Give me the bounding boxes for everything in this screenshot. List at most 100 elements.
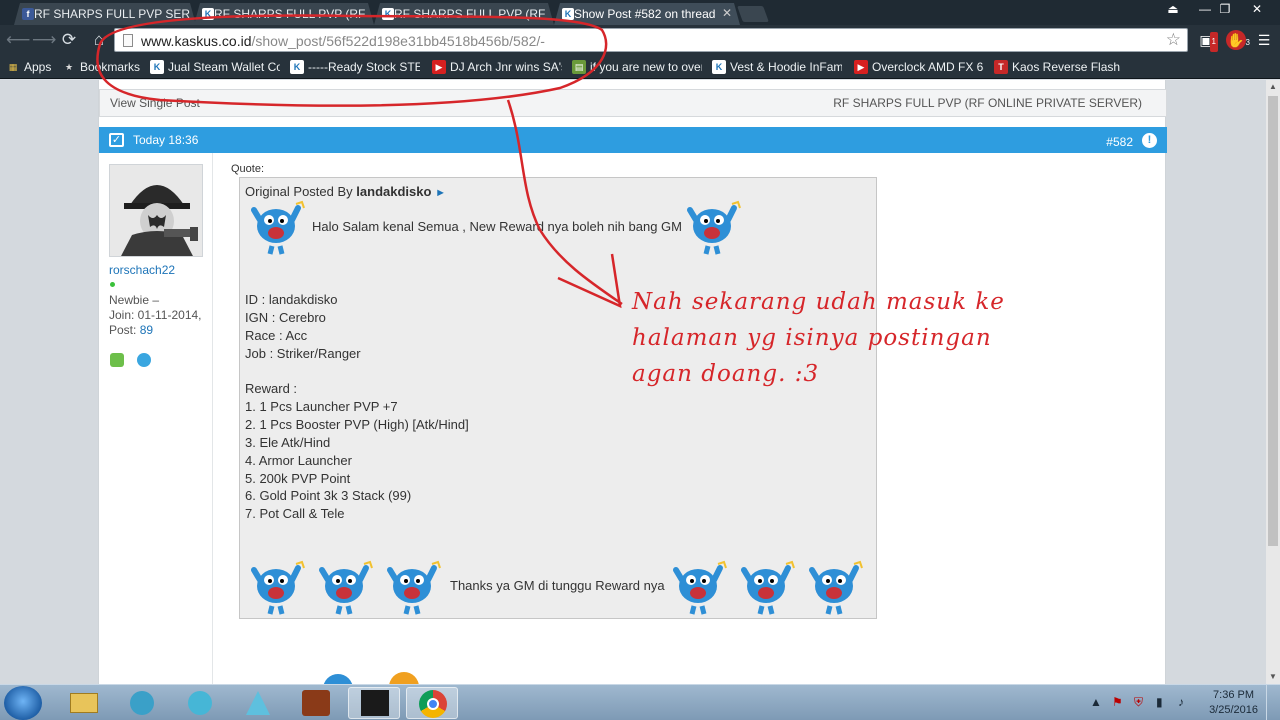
tab-4-active[interactable]: K Show Post #582 on thread ✕	[554, 3, 740, 25]
app-icon[interactable]	[348, 687, 400, 719]
menu-icon[interactable]: ☰	[1254, 30, 1274, 50]
user-post-count: Post: 89	[109, 323, 154, 337]
view-post-arrow-icon[interactable]: ►	[435, 187, 446, 199]
info-line: Race : Acc	[245, 328, 308, 343]
page-scrollbar[interactable]: ▲ ▼	[1266, 80, 1280, 684]
blue-smiley-icon	[251, 560, 305, 615]
bookmark-item[interactable]: ▤ if you are new to over	[572, 58, 702, 76]
reply-icon[interactable]	[389, 672, 419, 684]
info-line: IGN : Cerebro	[245, 310, 326, 325]
tab-3[interactable]: K RF SHARPS FULL PVP (RF	[374, 3, 554, 25]
post-time: Today 18:36	[133, 133, 199, 147]
post-count-link[interactable]: 89	[140, 323, 153, 337]
tab-label: Show Post #582 on thread	[574, 7, 716, 21]
address-bar[interactable]: www.kaskus.co.id/show_post/56f522d198e31…	[114, 28, 1188, 52]
post-number-link[interactable]: #582	[1106, 135, 1133, 149]
badge-icon[interactable]	[110, 353, 124, 367]
bookmark-item[interactable]: ▶ Overclock AMD FX 63	[854, 58, 984, 76]
info-line: Job : Striker/Ranger	[245, 346, 361, 361]
explorer-icon[interactable]	[58, 687, 110, 719]
emoticon-badge-icon[interactable]	[137, 353, 151, 367]
volume-icon[interactable]: ♪	[1178, 695, 1184, 709]
app-icon[interactable]	[116, 687, 168, 719]
extension-icon[interactable]: ▣ 1	[1196, 30, 1218, 52]
new-tab-button[interactable]	[737, 6, 769, 22]
back-button[interactable]: ⟵	[6, 29, 30, 51]
close-window-button[interactable]: ✕	[1244, 0, 1270, 20]
annotation-line: agan doang. :3	[632, 361, 820, 387]
reward-item: 2. 1 Pcs Booster PVP (High) [Atk/Hind]	[245, 417, 469, 432]
start-button[interactable]	[4, 686, 42, 720]
bookmark-item[interactable]: T Kaos Reverse Flash lir	[994, 58, 1124, 76]
view-single-post-bar: View Single Post RF SHARPS FULL PVP (RF …	[99, 89, 1167, 117]
thread-title-link[interactable]: RF SHARPS FULL PVP (RF ONLINE PRIVATE SE…	[833, 96, 1142, 110]
quote-author-link[interactable]: landakdisko	[356, 184, 431, 199]
forward-button[interactable]: ⟶	[32, 29, 56, 51]
quote-greeting: Halo Salam kenal Semua , New Reward nya …	[312, 219, 682, 234]
url-text[interactable]: www.kaskus.co.id/show_post/56f522d198e31…	[141, 33, 545, 49]
user-join-date: Join: 01-11-2014,	[109, 308, 202, 322]
user-rank: Newbie –	[109, 293, 160, 307]
bookmark-folder[interactable]: ★ Bookmarks	[62, 58, 142, 76]
bookmark-item[interactable]: ▶ DJ Arch Jnr wins SA's	[432, 58, 562, 76]
tab-label: RF SHARPS FULL PVP (RF	[394, 7, 546, 21]
bookmark-apps[interactable]: ▦ Apps	[6, 58, 56, 76]
youtube-icon: ▶	[432, 60, 446, 74]
profile-icon[interactable]: ⏏	[1160, 0, 1186, 20]
close-tab-icon[interactable]: ✕	[722, 6, 732, 20]
bookmark-star-icon[interactable]: ☆	[1166, 30, 1181, 50]
image-icon: ▤	[572, 60, 586, 74]
bookmark-item[interactable]: K -----Ready Stock STE	[290, 58, 420, 76]
page-icon	[123, 34, 133, 47]
reward-item: 7. Pot Call & Tele	[245, 506, 345, 521]
scroll-down-icon[interactable]: ▼	[1266, 670, 1280, 684]
browser-toolbar: ⟵ ⟶ ⟳ ⌂ www.kaskus.co.id/show_post/56f52…	[0, 25, 1280, 55]
blue-smiley-icon	[387, 560, 441, 615]
reward-item: 4. Armor Launcher	[245, 453, 352, 468]
scroll-up-icon[interactable]: ▲	[1266, 80, 1280, 94]
tray-security-icon[interactable]: ⛨	[1134, 695, 1143, 710]
windows-taskbar: ▲ ⚑ ⛨ ▮ ♪ 7:36 PM 3/25/2016	[0, 684, 1280, 720]
quote-label: Quote:	[231, 163, 265, 175]
tab-label: RF SHARPS FULL PVP SER	[34, 7, 191, 21]
home-button[interactable]: ⌂	[88, 29, 110, 51]
reload-button[interactable]: ⟳	[58, 29, 80, 51]
kaskus-icon: K	[290, 60, 304, 74]
app-icon[interactable]	[174, 687, 226, 719]
kaskus-icon: K	[202, 8, 214, 20]
scrollbar-thumb[interactable]	[1268, 96, 1278, 546]
share-icon[interactable]	[323, 674, 353, 684]
annotation-line: halaman yg isinya postingan	[632, 325, 992, 351]
tab-2[interactable]: K RF SHARPS FULL PVP (RF	[194, 3, 374, 25]
reward-item: 3. Ele Atk/Hind	[245, 435, 331, 450]
game-icon[interactable]	[290, 687, 342, 719]
adblock-icon[interactable]: ✋ 3	[1226, 30, 1250, 50]
show-desktop-button[interactable]	[1266, 685, 1280, 720]
tab-label: RF SHARPS FULL PVP (RF	[214, 7, 366, 21]
system-clock[interactable]: 7:36 PM 3/25/2016	[1209, 688, 1258, 718]
app-icon[interactable]	[232, 687, 284, 719]
t-icon: T	[994, 60, 1008, 74]
report-icon[interactable]: !	[1142, 133, 1157, 148]
chrome-icon[interactable]	[406, 687, 458, 719]
bookmark-item[interactable]: K Vest & Hoodie InFam	[712, 58, 842, 76]
maximize-button[interactable]: ❐	[1212, 0, 1238, 20]
tray-expand-icon[interactable]: ▲	[1090, 695, 1102, 709]
avatar[interactable]	[109, 164, 203, 257]
blue-smiley-icon	[673, 560, 727, 615]
blue-smiley-icon	[251, 200, 305, 255]
reward-header: Reward :	[245, 381, 298, 396]
blue-smiley-icon	[687, 200, 741, 255]
blue-smiley-icon	[809, 560, 863, 615]
facebook-icon: f	[22, 8, 34, 20]
clock-time: 7:36 PM	[1213, 689, 1255, 701]
bookmark-item[interactable]: K Jual Steam Wallet Co	[150, 58, 280, 76]
checkbox-icon[interactable]: ✓	[109, 133, 124, 147]
tray-flag-icon[interactable]: ⚑	[1112, 695, 1123, 709]
post-header: ✓ Today 18:36 #582 !	[99, 127, 1167, 153]
username-link[interactable]: rorschach22	[109, 263, 175, 277]
user-info: Newbie – Join: 01-11-2014, Post: 89	[109, 293, 209, 338]
network-icon[interactable]: ▮	[1156, 695, 1163, 709]
reward-item: 6. Gold Point 3k 3 Stack (99)	[245, 488, 412, 503]
tab-1[interactable]: f RF SHARPS FULL PVP SER	[14, 3, 196, 25]
